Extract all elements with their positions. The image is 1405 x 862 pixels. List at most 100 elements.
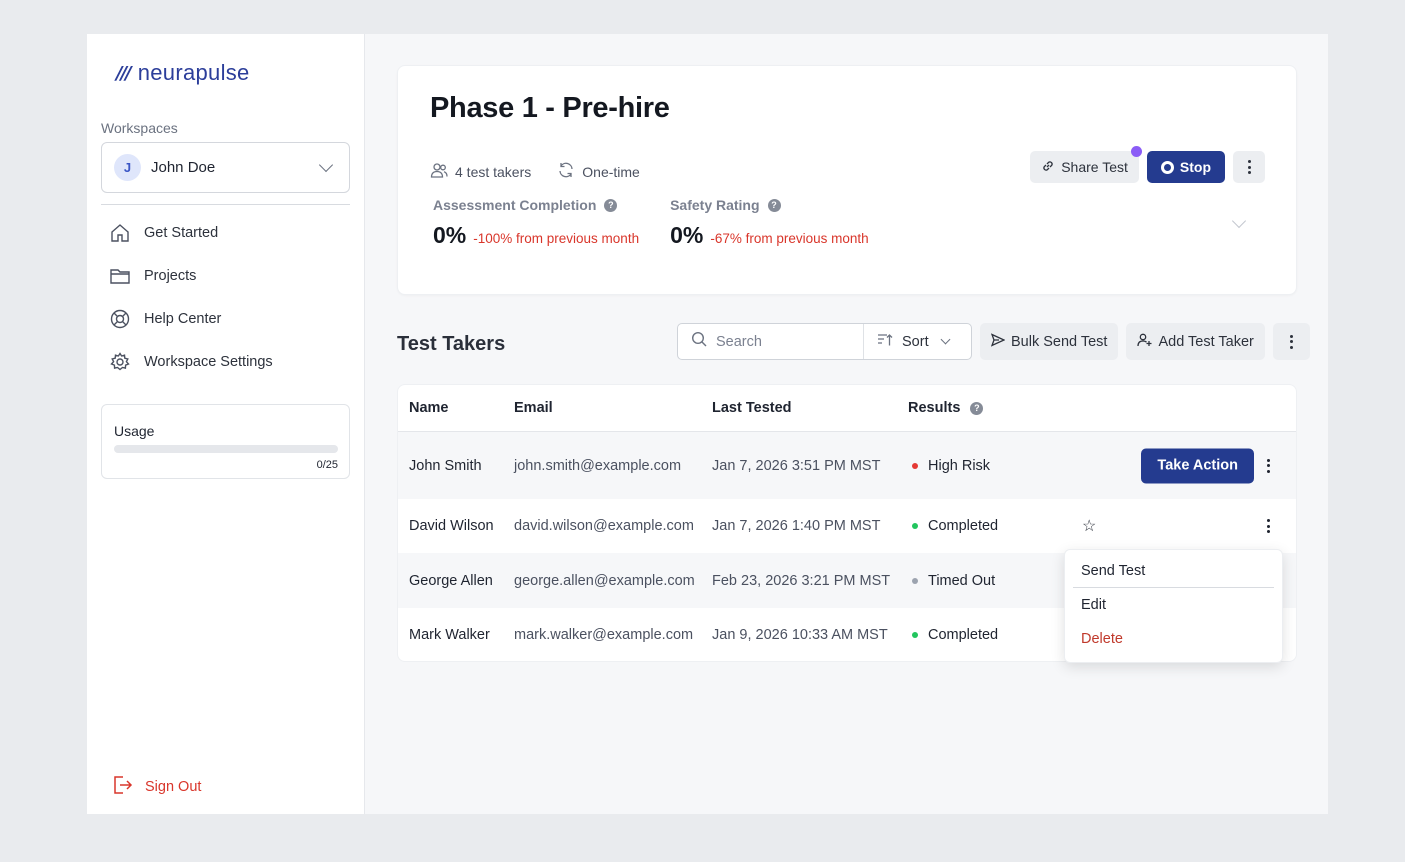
takers-toolbar: Sort Bulk Send Test Add Test Taker: [677, 323, 1310, 360]
cell-last-tested: Jan 9, 2026 10:33 AM MST: [712, 627, 888, 643]
cell-name: David Wilson: [409, 518, 494, 534]
star-icon[interactable]: ☆: [1082, 516, 1096, 536]
sign-out-icon: [111, 774, 133, 800]
test-summary-card: Phase 1 - Pre-hire 4 test takers One-tim…: [397, 65, 1297, 295]
cell-email: george.allen@example.com: [514, 572, 695, 589]
help-icon[interactable]: ?: [604, 198, 618, 212]
chevron-down-icon: [318, 157, 334, 173]
stat-value: 0%: [670, 222, 704, 248]
takers-more-button[interactable]: [1272, 323, 1310, 360]
cell-name: John Smith: [409, 457, 482, 474]
more-vertical-icon: [1247, 160, 1251, 174]
frequency-label: One-time: [582, 163, 640, 180]
search-icon: [691, 331, 707, 352]
stop-label: Stop: [1179, 159, 1211, 175]
cell-email: john.smith@example.com: [514, 457, 682, 474]
column-header-results[interactable]: Results ?: [908, 400, 1088, 416]
expand-chevron-icon[interactable]: [1231, 213, 1247, 229]
sidebar-nav: Get Started Projects Help Center Workspa…: [109, 222, 273, 373]
logo-text: neurapulse: [137, 60, 250, 85]
sidebar-item-get-started[interactable]: Get Started: [109, 222, 273, 244]
stop-button[interactable]: Stop: [1146, 151, 1225, 183]
usage-card: Usage 0/25: [101, 404, 350, 479]
stat-label: Assessment Completion: [433, 197, 597, 213]
folder-icon: [109, 265, 131, 287]
stat-value: 0%: [433, 222, 467, 248]
bulk-send-test-button[interactable]: Bulk Send Test: [980, 323, 1119, 360]
row-more-button[interactable]: [1261, 515, 1276, 537]
usage-progress-bar: [114, 445, 338, 453]
logo[interactable]: /// neurapulse: [116, 60, 250, 86]
sort-dropdown[interactable]: Sort: [864, 324, 971, 359]
more-vertical-icon: [1267, 519, 1270, 533]
cell-result: Completed: [908, 518, 1088, 534]
sort-icon: [877, 333, 893, 351]
help-icon[interactable]: ?: [767, 198, 781, 212]
status-label: Timed Out: [928, 572, 996, 589]
table-row[interactable]: John Smith john.smith@example.com Jan 7,…: [398, 432, 1296, 499]
usage-count: 0/25: [316, 459, 338, 471]
test-takers-label: 4 test takers: [455, 163, 532, 180]
cell-result: High Risk: [908, 458, 1088, 474]
menu-item-edit[interactable]: Edit: [1073, 588, 1274, 622]
menu-item-delete[interactable]: Delete: [1073, 622, 1274, 656]
stop-icon: [1160, 160, 1174, 174]
share-test-label: Share Test: [1061, 159, 1128, 175]
cell-last-tested: Feb 23, 2026 3:21 PM MST: [712, 572, 891, 589]
sidebar-item-label: Get Started: [144, 225, 219, 241]
refresh-icon: [557, 161, 575, 182]
stat-label: Safety Rating: [670, 197, 760, 213]
table-header: Name Email Last Tested Results ?: [398, 385, 1296, 432]
column-header-last-tested[interactable]: Last Tested: [712, 400, 908, 416]
status-label: High Risk: [928, 457, 991, 474]
status-dot: [912, 462, 918, 469]
avatar: J: [114, 154, 141, 181]
test-meta: 4 test takers One-time: [430, 161, 640, 182]
gear-icon: [109, 351, 131, 373]
cell-last-tested: Jan 7, 2026 3:51 PM MST: [712, 457, 881, 474]
search-input[interactable]: [716, 333, 846, 350]
main-content: Phase 1 - Pre-hire 4 test takers One-tim…: [365, 34, 1328, 814]
stat-delta: -100% from previous month: [473, 231, 640, 246]
link-icon: [1041, 159, 1055, 176]
notification-dot: [1130, 146, 1142, 157]
page-title: Phase 1 - Pre-hire: [430, 92, 670, 124]
column-header-name[interactable]: Name: [398, 400, 514, 416]
more-vertical-icon: [1289, 334, 1293, 349]
test-frequency: One-time: [557, 161, 640, 182]
section-title: Test Takers: [397, 333, 506, 355]
status-dot: [912, 523, 918, 529]
stat-safety-rating: Safety Rating ? 0% -67% from previous mo…: [670, 197, 869, 249]
test-more-button[interactable]: [1233, 151, 1265, 183]
workspace-name: John Doe: [151, 159, 216, 176]
chevron-down-icon: [940, 334, 951, 345]
table-row[interactable]: David Wilson david.wilson@example.com Ja…: [398, 499, 1296, 553]
status-dot: [912, 577, 918, 584]
test-actions: Share Test Stop: [1030, 146, 1265, 183]
sidebar-item-help-center[interactable]: Help Center: [109, 308, 273, 330]
sidebar-item-label: Projects: [144, 268, 197, 284]
cell-email: mark.walker@example.com: [514, 627, 694, 643]
status-label: Completed: [928, 518, 999, 534]
row-more-button[interactable]: [1261, 455, 1276, 477]
sidebar-item-workspace-settings[interactable]: Workspace Settings: [109, 351, 273, 373]
cell-result: Timed Out: [908, 573, 1088, 589]
help-icon[interactable]: ?: [970, 401, 984, 415]
workspaces-label: Workspaces: [101, 120, 178, 136]
sign-out-button[interactable]: Sign Out: [111, 774, 201, 800]
bulk-send-label: Bulk Send Test: [1011, 333, 1108, 350]
usage-label: Usage: [114, 423, 155, 439]
stat-delta: -67% from previous month: [710, 231, 869, 246]
status-dot: [912, 632, 918, 638]
add-test-taker-button[interactable]: Add Test Taker: [1126, 323, 1265, 360]
logo-mark-icon: ///: [116, 62, 132, 84]
menu-item-send-test[interactable]: Send Test: [1073, 554, 1274, 588]
sidebar-item-projects[interactable]: Projects: [109, 265, 273, 287]
column-header-email[interactable]: Email: [514, 400, 712, 416]
sign-out-label: Sign Out: [145, 779, 202, 795]
sidebar-item-label: Workspace Settings: [144, 354, 273, 370]
take-action-button[interactable]: Take Action: [1141, 448, 1254, 483]
share-test-button[interactable]: Share Test: [1030, 146, 1142, 183]
workspace-select[interactable]: J John Doe: [101, 142, 350, 193]
search-box[interactable]: [678, 324, 864, 359]
